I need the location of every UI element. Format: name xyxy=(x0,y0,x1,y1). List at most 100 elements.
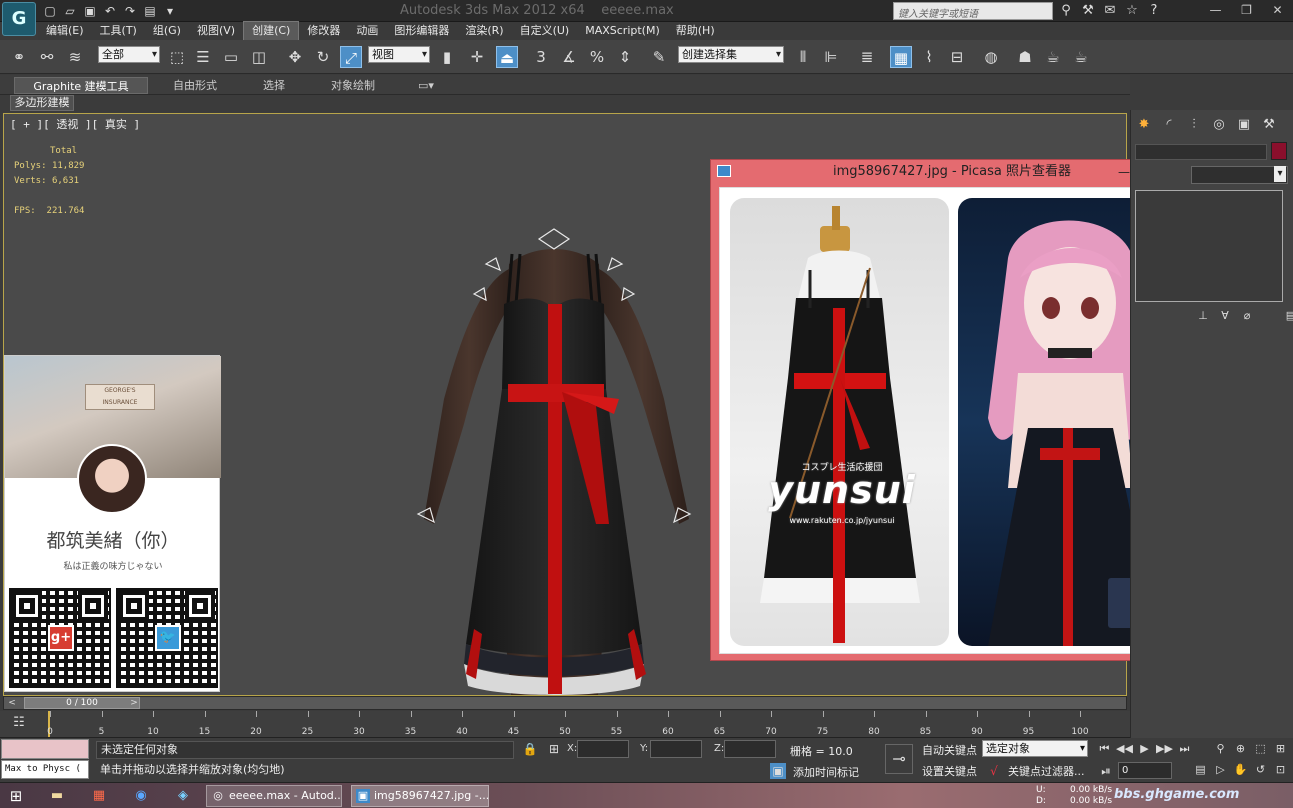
utilities-panel-icon[interactable]: ⚒ xyxy=(1258,114,1280,136)
prev-frame-icon[interactable]: < xyxy=(6,697,18,709)
binoculars-icon[interactable]: ⚲ xyxy=(1058,2,1074,20)
pin-stack-icon[interactable]: ⊥ xyxy=(1195,308,1211,324)
create-panel-icon[interactable]: ✸ xyxy=(1133,114,1155,136)
pinned-app-icon[interactable]: ◈ xyxy=(172,786,194,806)
bind-spacewarp-icon[interactable]: ≋ xyxy=(64,46,86,68)
maximize-viewport-icon[interactable]: ⊡ xyxy=(1272,761,1289,778)
open-file-icon[interactable]: ▱ xyxy=(62,3,78,19)
chevron-down-icon[interactable]: ▾ xyxy=(162,3,178,19)
tab-object-paint[interactable]: 对象绘制 xyxy=(318,77,388,94)
hierarchy-panel-icon[interactable]: ⫶ xyxy=(1183,114,1205,136)
render-setup-icon[interactable]: ☗ xyxy=(1014,46,1036,68)
scale-icon[interactable]: ⤢ xyxy=(340,46,362,68)
zoom-extents-all-icon[interactable]: ⊞ xyxy=(1272,740,1289,757)
maxscript-listener-top[interactable] xyxy=(1,739,89,759)
material-editor-icon[interactable]: ◍ xyxy=(980,46,1002,68)
picasa-viewer-window[interactable]: img58967427.jpg - Picasa 照片查看器 — ▢ ✕ xyxy=(710,159,1194,661)
tab-selection[interactable]: 选择 xyxy=(246,77,302,94)
layer-manager-icon[interactable]: ≣ xyxy=(856,46,878,68)
menu-customize[interactable]: 自定义(U) xyxy=(512,22,578,40)
lock-selection-icon[interactable]: 🔒 xyxy=(522,741,538,757)
select-by-name-icon[interactable]: ☰ xyxy=(192,46,214,68)
menu-maxscript[interactable]: MAXScript(M) xyxy=(577,22,668,40)
frame-ruler[interactable]: 0 5 10 15 20 25 30 35 40 45 50 55 60 65 70 75 80 85 90 95 10… xyxy=(47,711,1089,737)
spinner-snap-icon[interactable]: ⇕ xyxy=(614,46,636,68)
selection-filter-dropdown[interactable]: 全部 xyxy=(98,46,160,63)
angle-snap-icon[interactable]: ∡ xyxy=(558,46,580,68)
y-coordinate-field[interactable] xyxy=(650,740,702,758)
previous-key-icon[interactable]: ◀◀ xyxy=(1116,740,1133,757)
menu-help[interactable]: 帮助(H) xyxy=(668,22,723,40)
project-folder-icon[interactable]: ▤ xyxy=(142,3,158,19)
ribbon-options-icon[interactable]: ▭▾ xyxy=(412,77,440,94)
play-icon[interactable]: ▶ xyxy=(1136,740,1153,757)
motion-panel-icon[interactable]: ◎ xyxy=(1208,114,1230,136)
percent-snap-icon[interactable]: % xyxy=(586,46,608,68)
graphite-toggle-icon[interactable]: ▦ xyxy=(890,46,912,68)
key-selection-dropdown[interactable]: 选定对象 xyxy=(982,740,1088,757)
search-input[interactable]: 键入关键字或短语 xyxy=(893,2,1053,20)
schematic-view-icon[interactable]: ⊟ xyxy=(946,46,968,68)
menu-view[interactable]: 视图(V) xyxy=(189,22,243,40)
restore-icon[interactable]: ❐ xyxy=(1231,0,1262,20)
next-key-icon[interactable]: ▶▶ xyxy=(1156,740,1173,757)
move-icon[interactable]: ✥ xyxy=(284,46,306,68)
pivot-center-icon[interactable]: ▮ xyxy=(436,46,458,68)
menu-create[interactable]: 创建(C) xyxy=(243,21,300,41)
key-icon[interactable]: ⊸ xyxy=(885,744,913,774)
track-bar[interactable]: ☷ 0 5 10 15 20 25 30 35 40 45 50 55 60 65 70 75 80 85 90 95… xyxy=(0,711,1130,738)
menu-graph-editors[interactable]: 图形编辑器 xyxy=(386,22,457,40)
rendered-frame-icon[interactable]: ☕ xyxy=(1042,46,1064,68)
go-to-end-icon[interactable]: ⏭ xyxy=(1176,740,1193,757)
z-coordinate-field[interactable] xyxy=(724,740,776,758)
menu-edit[interactable]: 编辑(E) xyxy=(38,22,92,40)
dress-model[interactable] xyxy=(404,224,704,696)
minimize-icon[interactable]: — xyxy=(1200,0,1231,20)
save-file-icon[interactable]: ▣ xyxy=(82,3,98,19)
align-icon[interactable]: ⊫ xyxy=(820,46,842,68)
auto-key-button[interactable]: 自动关键点 xyxy=(922,742,977,758)
file-explorer-icon[interactable]: ▬ xyxy=(46,786,68,806)
menu-group[interactable]: 组(G) xyxy=(145,22,189,40)
tab-graphite-modeling[interactable]: Graphite 建模工具 xyxy=(14,77,148,94)
default-tangent-icon[interactable]: √ xyxy=(986,763,1002,779)
key-tools-icon[interactable]: ⚒ xyxy=(1080,2,1096,20)
modifier-stack[interactable] xyxy=(1135,190,1283,302)
maxscript-mini-listener[interactable]: Max to Physc ( xyxy=(1,760,89,779)
mirror-icon[interactable]: ⫴ xyxy=(792,46,814,68)
menu-tools[interactable]: 工具(T) xyxy=(92,22,145,40)
named-selection-set-dropdown[interactable]: 创建选择集 xyxy=(678,46,784,63)
key-mode-icon[interactable]: ⏯ xyxy=(1098,763,1114,779)
field-of-view-icon[interactable]: ▷ xyxy=(1212,761,1229,778)
object-color-swatch[interactable] xyxy=(1271,142,1287,160)
rect-selection-icon[interactable]: ▭ xyxy=(220,46,242,68)
time-tag-icon[interactable]: ▣ xyxy=(770,763,786,779)
object-name-field[interactable] xyxy=(1135,144,1267,160)
menu-modifiers[interactable]: 修改器 xyxy=(299,22,348,40)
snap-toggle-icon[interactable]: 3 xyxy=(530,46,552,68)
star-icon[interactable]: ☆ xyxy=(1124,2,1140,20)
time-slider-thumb[interactable]: 0 / 100 xyxy=(24,697,140,709)
current-frame-field[interactable]: 0 xyxy=(1118,762,1172,779)
menu-rendering[interactable]: 渲染(R) xyxy=(457,22,511,40)
task-3dsmax[interactable]: ◎ eeeee.max - Autod... xyxy=(206,785,342,807)
edit-named-selection-icon[interactable]: ✎ xyxy=(648,46,670,68)
tab-freeform[interactable]: 自由形式 xyxy=(160,77,230,94)
undo-icon[interactable]: ↶ xyxy=(102,3,118,19)
app-grid-icon[interactable]: ▦ xyxy=(88,786,110,806)
keyboard-shortcut-override-icon[interactable]: ⏏ xyxy=(496,46,518,68)
rotate-icon[interactable]: ↻ xyxy=(312,46,334,68)
reference-coordinate-dropdown[interactable]: 视图 xyxy=(368,46,430,63)
window-crossing-icon[interactable]: ◫ xyxy=(248,46,270,68)
tab-polygon-modeling[interactable]: 多边形建模 xyxy=(10,95,74,111)
communication-icon[interactable]: ✉ xyxy=(1102,2,1118,20)
curve-editor-icon[interactable]: ⌇ xyxy=(918,46,940,68)
pan-icon[interactable]: ✋ xyxy=(1232,761,1249,778)
task-picasa[interactable]: ▣ img58967427.jpg -... xyxy=(351,785,489,807)
mini-curve-editor-icon[interactable]: ☷ xyxy=(8,715,30,733)
next-frame-icon[interactable]: > xyxy=(128,697,140,709)
new-file-icon[interactable]: ▢ xyxy=(42,3,58,19)
set-key-button[interactable]: 设置关键点 xyxy=(922,763,977,779)
modifier-list-dropdown[interactable] xyxy=(1191,166,1288,184)
show-end-result-icon[interactable]: ∀ xyxy=(1217,308,1233,324)
